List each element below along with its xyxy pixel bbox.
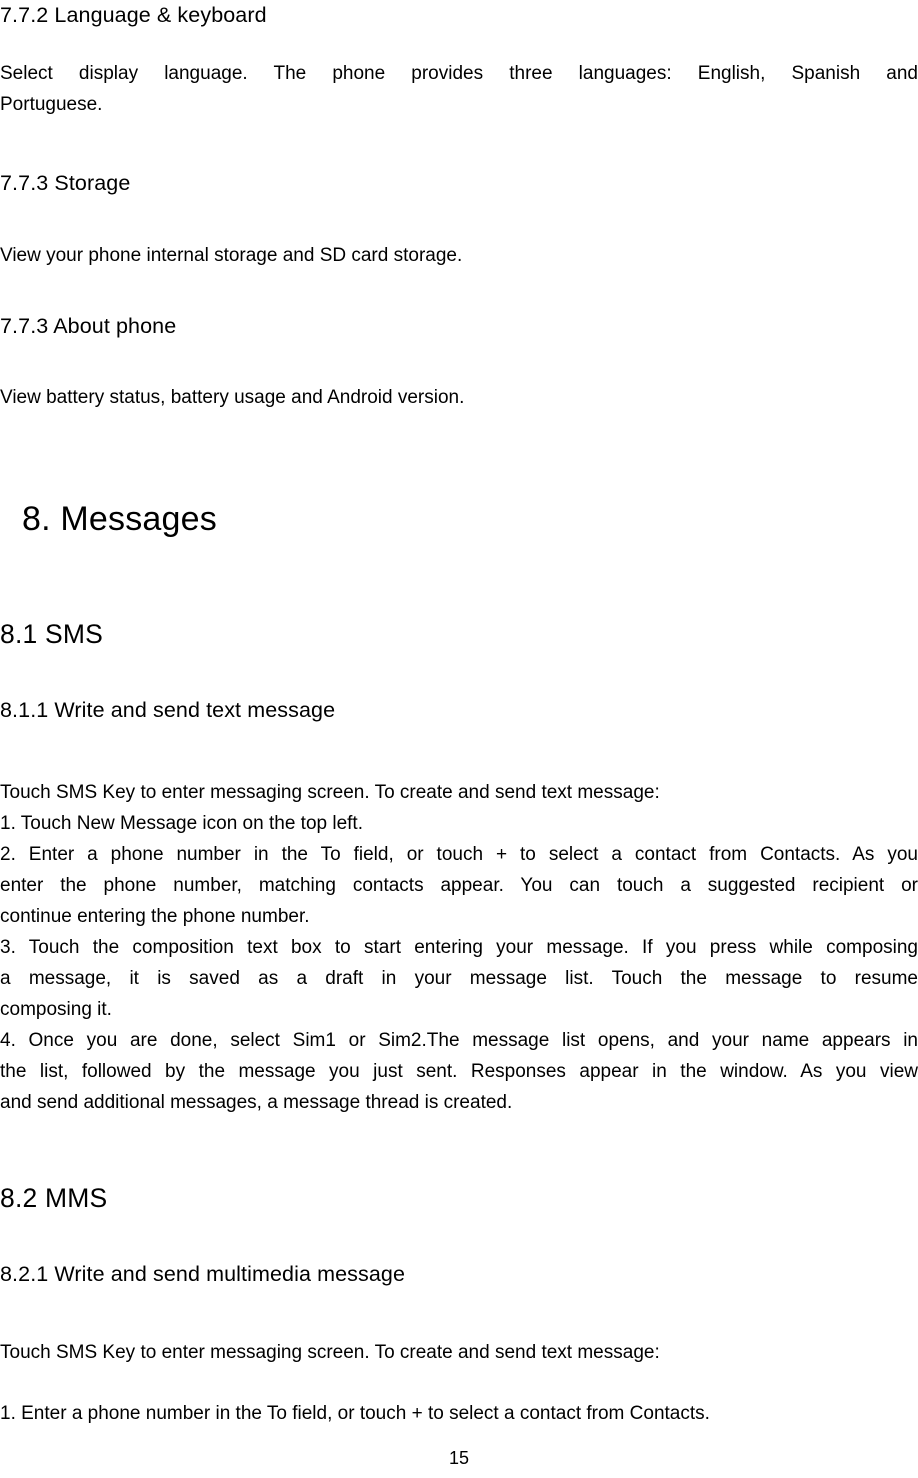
paragraph-storage: View your phone internal storage and SD … [0, 245, 463, 266]
paragraph-sms-step-3: 3. Touch the composition text box to sta… [0, 932, 918, 1025]
heading-write-send-multimedia-message: 8.2.1 Write and send multimedia message [0, 1262, 406, 1286]
paragraph-sms-step-2: 2. Enter a phone number in the To field,… [0, 839, 918, 932]
paragraph-line: 4. Once you are done, select Sim1 or Sim… [0, 1030, 918, 1051]
paragraph-sms-step-1: 1. Touch New Message icon on the top lef… [0, 813, 363, 834]
paragraph-line: continue entering the phone number. [0, 906, 310, 927]
paragraph-line: enter the phone number, matching contact… [0, 875, 918, 896]
heading-write-send-text-message: 8.1.1 Write and send text message [0, 698, 336, 722]
heading-about-phone: 7.7.3 About phone [0, 314, 177, 338]
heading-mms: 8.2 MMS [0, 1183, 108, 1213]
paragraph-line: Portuguese. [0, 94, 103, 115]
paragraph-line: a message, it is saved as a draft in you… [0, 968, 918, 989]
heading-sms: 8.1 SMS [0, 619, 104, 649]
heading-storage: 7.7.3 Storage [0, 171, 131, 195]
paragraph-mms-intro: Touch SMS Key to enter messaging screen.… [0, 1342, 660, 1363]
paragraph-line: 2. Enter a phone number in the To field,… [0, 844, 918, 865]
page-number: 15 [448, 1448, 470, 1468]
paragraph-sms-intro: Touch SMS Key to enter messaging screen.… [0, 782, 660, 803]
paragraph-line: Select display language. The phone provi… [0, 63, 918, 84]
paragraph-about-phone: View battery status, battery usage and A… [0, 387, 465, 408]
chapter-title-messages: 8. Messages [22, 500, 217, 538]
paragraph-line: 3. Touch the composition text box to sta… [0, 937, 918, 958]
paragraph-sms-step-4: 4. Once you are done, select Sim1 or Sim… [0, 1025, 918, 1118]
paragraph-line: composing it. [0, 999, 112, 1020]
paragraph-line: the list, followed by the message you ju… [0, 1061, 918, 1082]
document-page: 7.7.2 Language & keyboard Select display… [0, 0, 918, 1478]
paragraph-mms-step-1: 1. Enter a phone number in the To field,… [0, 1403, 710, 1424]
paragraph-language-keyboard: Select display language. The phone provi… [0, 58, 918, 120]
heading-language-keyboard: 7.7.2 Language & keyboard [0, 3, 267, 27]
paragraph-line: and send additional messages, a message … [0, 1092, 513, 1113]
